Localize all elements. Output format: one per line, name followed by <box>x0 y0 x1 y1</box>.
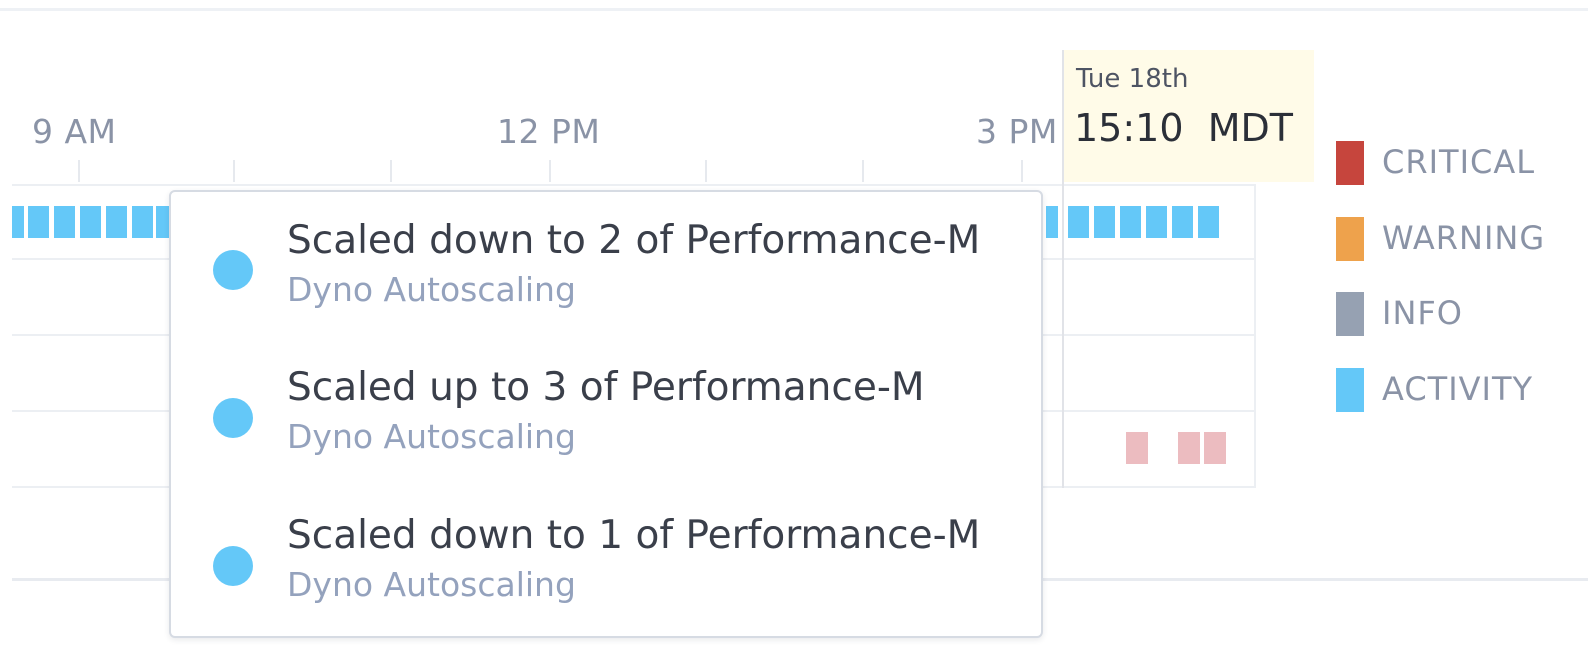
critical-event-marker[interactable] <box>1204 432 1226 464</box>
lane-divider <box>12 184 1256 186</box>
event-title: Scaled up to 3 of Performance-M <box>287 365 925 410</box>
legend-swatch-critical <box>1336 141 1364 185</box>
event-item[interactable]: Scaled down to 1 of Performance-M Dyno A… <box>171 513 1041 623</box>
axis-tick <box>862 160 864 182</box>
legend-label-critical: CRITICAL <box>1382 143 1536 181</box>
activity-event-marker[interactable] <box>28 206 49 238</box>
legend-label-warning: WARNING <box>1382 219 1546 257</box>
tooltip-timezone: MDT <box>1207 106 1293 150</box>
activity-dot-icon <box>213 398 253 438</box>
event-source: Dyno Autoscaling <box>287 565 576 604</box>
event-item[interactable]: Scaled down to 2 of Performance-M Dyno A… <box>171 218 1041 328</box>
tooltip-day: Tue 18th <box>1076 64 1189 94</box>
legend-swatch-activity <box>1336 368 1364 412</box>
axis-label-12pm: 12 PM <box>497 112 601 151</box>
event-source: Dyno Autoscaling <box>287 270 576 309</box>
top-divider <box>0 8 1588 11</box>
activity-event-marker[interactable] <box>1068 206 1089 238</box>
axis-tick <box>233 160 235 182</box>
activity-event-marker[interactable] <box>80 206 101 238</box>
activity-event-marker[interactable] <box>1046 206 1058 238</box>
critical-event-marker[interactable] <box>1126 432 1148 464</box>
axis-label-3pm: 3 PM <box>976 112 1058 151</box>
activity-event-marker[interactable] <box>1094 206 1115 238</box>
activity-event-marker[interactable] <box>1120 206 1141 238</box>
legend-swatch-info <box>1336 292 1364 336</box>
axis-tick <box>549 160 551 182</box>
legend-label-info: INFO <box>1382 294 1463 332</box>
tooltip-time: 15:10 MDT <box>1074 106 1293 150</box>
axis-tick <box>390 160 392 182</box>
activity-event-marker[interactable] <box>1146 206 1167 238</box>
activity-event-marker[interactable] <box>106 206 127 238</box>
activity-event-marker[interactable] <box>1172 206 1193 238</box>
axis-tick <box>78 160 80 182</box>
critical-event-marker[interactable] <box>1178 432 1200 464</box>
axis-label-9am: 9 AM <box>32 112 117 151</box>
activity-event-marker[interactable] <box>12 206 24 238</box>
activity-event-marker[interactable] <box>1198 206 1219 238</box>
activity-dot-icon <box>213 546 253 586</box>
legend-label-activity: ACTIVITY <box>1382 370 1534 408</box>
legend-swatch-warning <box>1336 217 1364 261</box>
axis-tick <box>1021 160 1023 182</box>
lane-right-border <box>1254 184 1256 488</box>
activity-dot-icon <box>213 250 253 290</box>
event-timeline: 9 AM 12 PM 3 PM Tue 18th 15:10 MDT CRITI… <box>0 0 1588 656</box>
event-item[interactable]: Scaled up to 3 of Performance-M Dyno Aut… <box>171 365 1041 475</box>
activity-event-marker[interactable] <box>54 206 75 238</box>
axis-tick <box>705 160 707 182</box>
events-popover: Scaled down to 2 of Performance-M Dyno A… <box>169 190 1043 638</box>
tooltip-clock: 15:10 <box>1074 106 1184 150</box>
event-title: Scaled down to 1 of Performance-M <box>287 513 981 558</box>
event-source: Dyno Autoscaling <box>287 417 576 456</box>
activity-event-marker[interactable] <box>132 206 153 238</box>
event-title: Scaled down to 2 of Performance-M <box>287 218 981 263</box>
